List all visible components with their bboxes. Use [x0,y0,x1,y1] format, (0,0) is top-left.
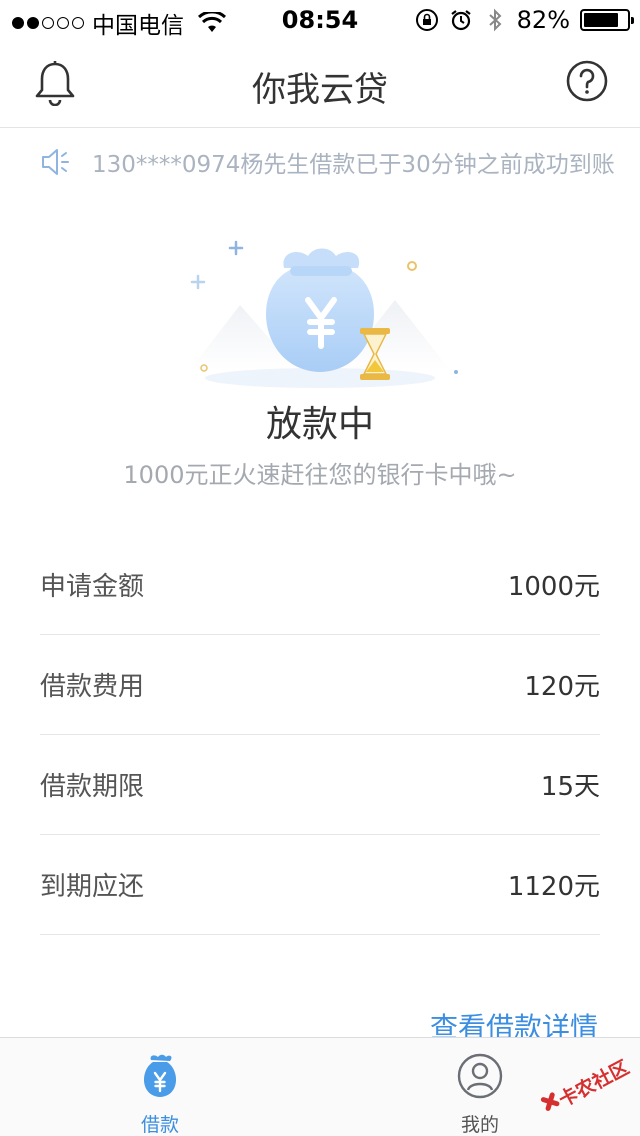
loan-status-title: 放款中 [265,404,374,445]
user-icon [457,1053,503,1099]
detail-value: 1120元 [507,872,600,902]
detail-row-amount: 申请金额 1000元 [40,535,600,635]
detail-label: 申请金额 [40,572,145,602]
tab-loan[interactable]: 借款 [0,1038,320,1136]
detail-row-fee: 借款费用 120元 [40,635,600,735]
loan-status-subtitle: 1000元正火速赶往您的银行卡中哦~ [123,461,517,489]
battery-icon [580,9,634,31]
money-bag-icon [143,1054,177,1097]
detail-label: 借款费用 [40,672,145,702]
nav-bar: 你我云贷 [0,40,640,128]
rotation-lock-icon [415,9,438,31]
battery-percent: 82% [516,6,570,34]
tab-label: 借款 [140,1114,179,1136]
watermark-logo: 卡农社区 [540,1056,633,1112]
detail-row-due: 到期应还 1120元 [40,835,600,935]
detail-label: 到期应还 [40,872,145,902]
page-title: 你我云贷 [252,70,388,110]
status-bar: 中国电信 08:54 82% [0,0,640,40]
notice-banner: 130****0974杨先生借款已于30分钟之前成功到账 [40,140,640,184]
alarm-icon [450,10,471,31]
bluetooth-icon [488,8,502,32]
notice-text: 130****0974杨先生借款已于30分钟之前成功到账 [92,152,615,178]
detail-value: 120元 [524,672,600,702]
watermark-text: 卡农社区 [555,1056,633,1112]
money-bag-illustration [190,240,458,388]
status-right: 82% [415,6,634,34]
detail-label: 借款期限 [40,772,145,802]
detail-value: 15天 [540,772,600,802]
loan-detail-list: 申请金额 1000元 借款费用 120元 借款期限 15天 到期应还 1120元 [40,535,600,935]
detail-row-term: 借款期限 15天 [40,735,600,835]
detail-value: 1000元 [507,572,600,602]
help-icon[interactable] [566,60,608,102]
speaker-icon [42,149,69,175]
